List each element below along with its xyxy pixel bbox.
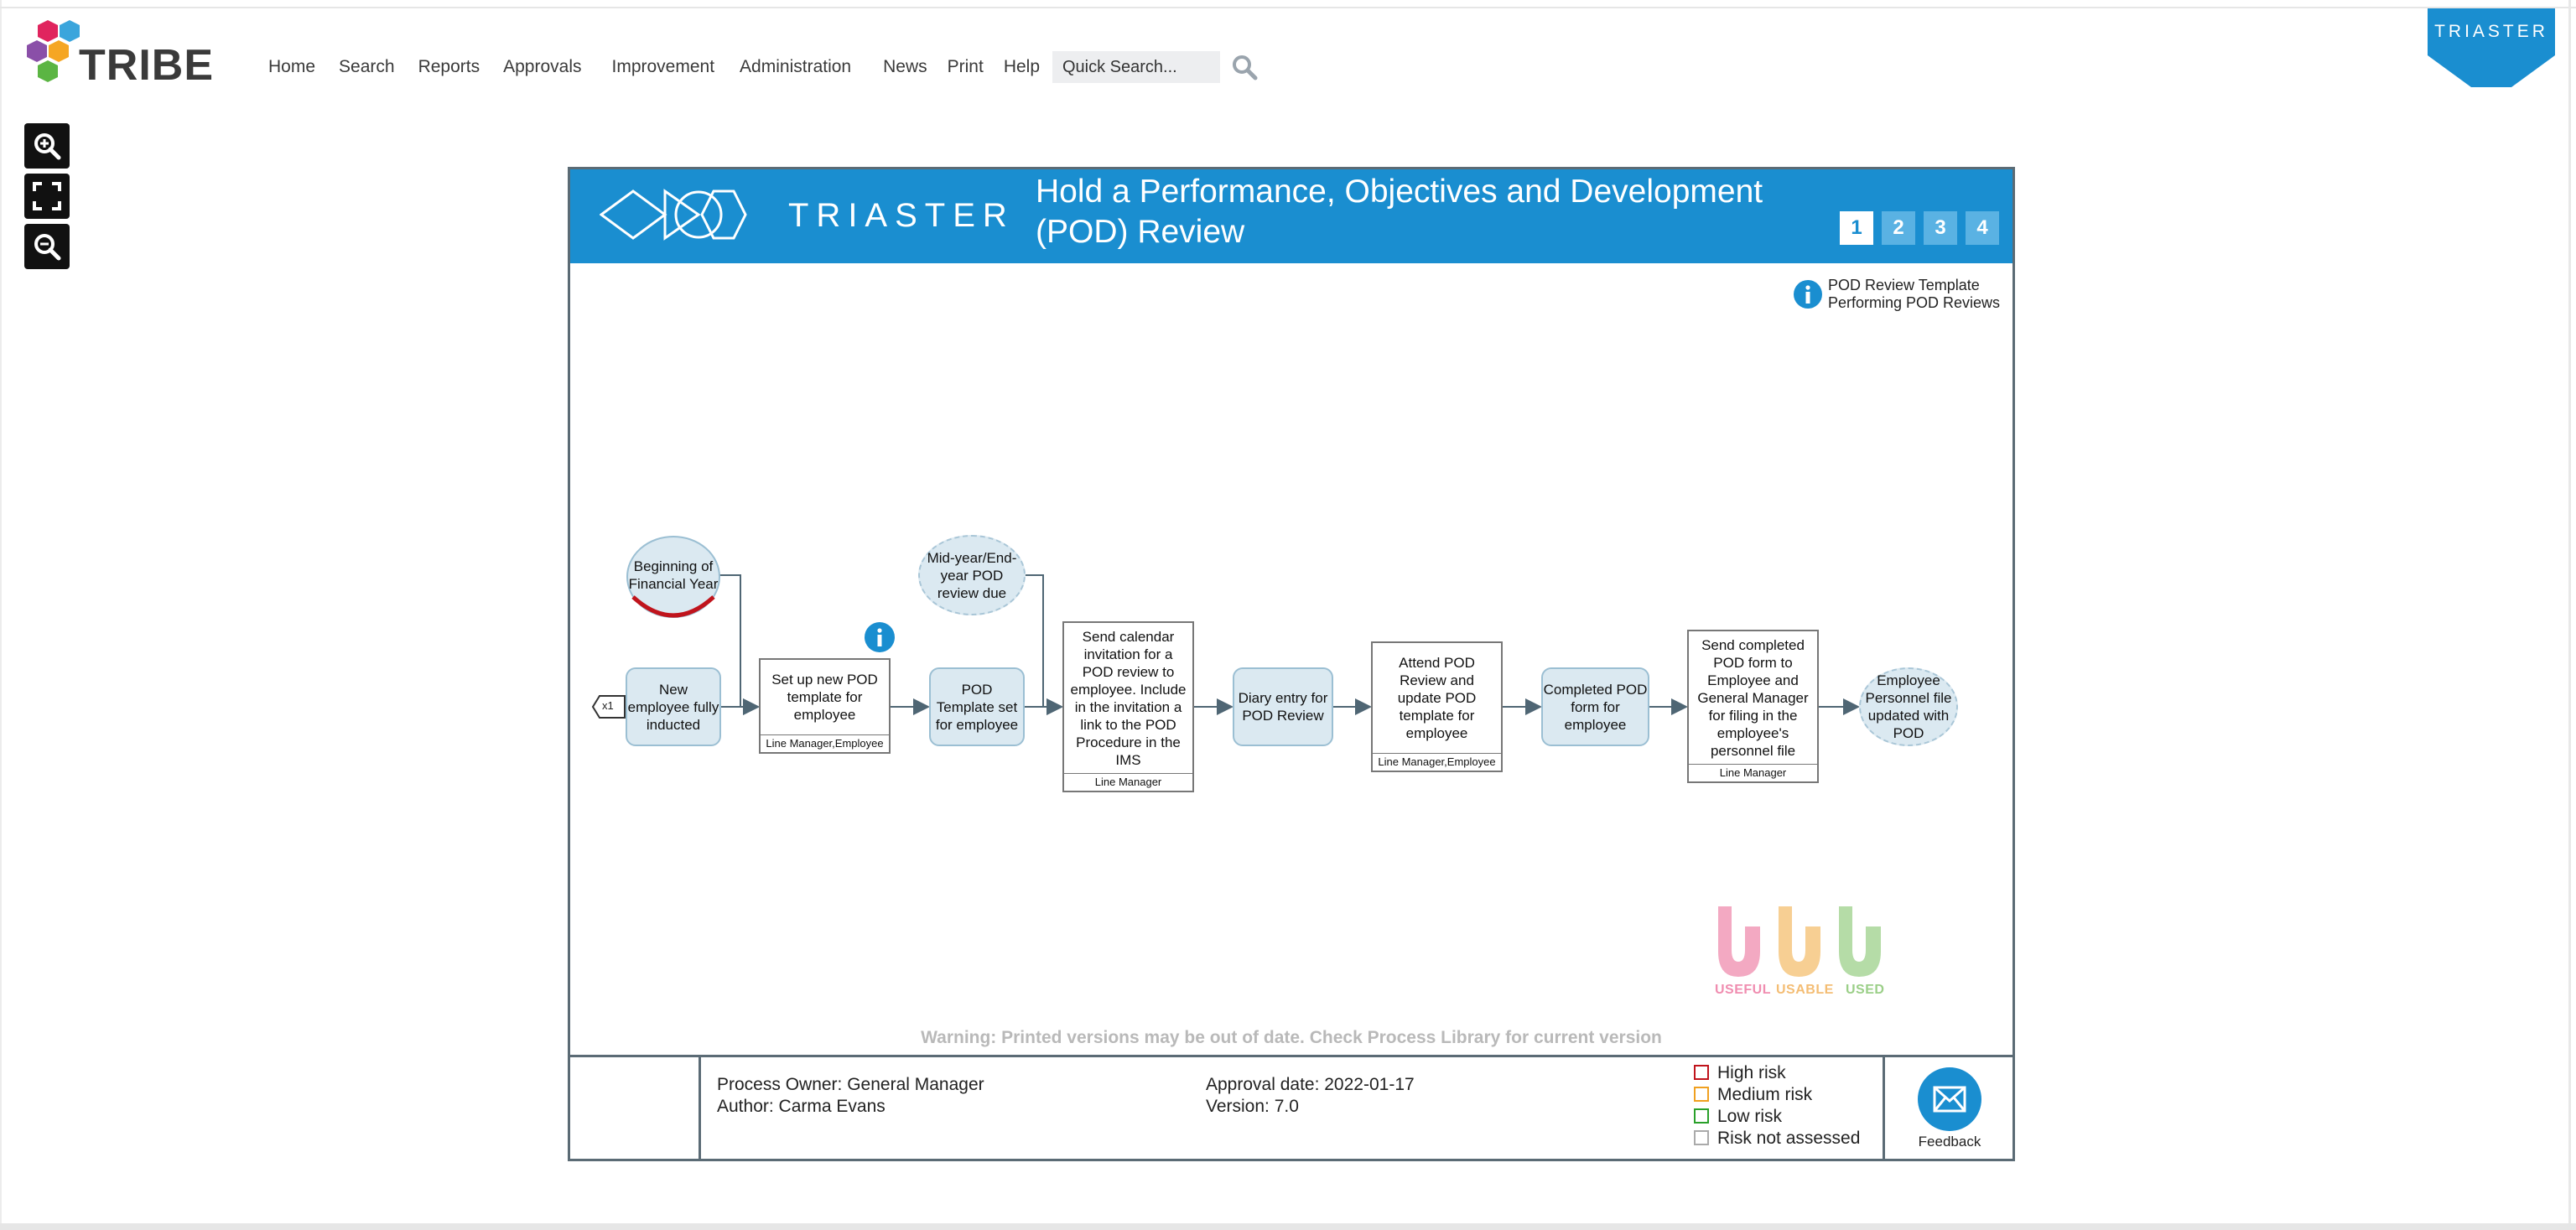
event-beginning-of-financial-year[interactable]: Beginning of Financial Year [625, 535, 722, 615]
risk-legend-low: Low risk [1694, 1107, 1782, 1127]
task-role: Line Manager [1689, 764, 1817, 781]
process-author: Author: Carma Evans [717, 1097, 886, 1116]
feedback-label[interactable]: Feedback [1903, 1134, 1996, 1150]
task-role: Line Manager [1064, 773, 1192, 791]
risk-label: Low risk [1717, 1107, 1783, 1126]
task-label: Send completed POD form to Employee and … [1697, 636, 1809, 759]
event-diary-entry[interactable]: Diary entry for POD Review [1233, 667, 1333, 746]
event-completed-pod-form[interactable]: Completed POD form for employee [1541, 667, 1649, 746]
event-personnel-file-updated[interactable]: Employee Personnel file updated with POD [1859, 667, 1958, 746]
process-owner: Process Owner: General Manager [717, 1075, 984, 1094]
task-role: Line Manager,Employee [1373, 753, 1501, 771]
envelope-icon [1933, 1086, 1966, 1113]
feedback-button[interactable] [1918, 1067, 1981, 1131]
risk-legend-medium: Medium risk [1694, 1085, 1812, 1105]
not-assessed-swatch [1694, 1130, 1709, 1145]
usable-label: USABLE [1776, 983, 1834, 997]
task-attend-pod-review[interactable]: Attend POD Review and update POD templat… [1371, 641, 1503, 772]
task-label: Attend POD Review and update POD templat… [1397, 655, 1477, 741]
event-pod-template-set[interactable]: POD Template set for employee [929, 667, 1025, 746]
approval-date: Approval date: 2022-01-17 [1206, 1075, 1415, 1094]
task-label: Send calendar invitation for a POD revie… [1070, 628, 1187, 768]
risk-legend-high: High risk [1694, 1063, 1786, 1083]
footer-logo-cell [570, 1055, 701, 1159]
task-info-icon[interactable] [864, 621, 896, 653]
medium-risk-swatch [1694, 1087, 1709, 1102]
high-risk-swatch [1694, 1065, 1709, 1080]
low-risk-swatch [1694, 1108, 1709, 1124]
footer-divider [1883, 1055, 1885, 1159]
risk-legend-not-assessed: Risk not assessed [1694, 1129, 1860, 1149]
task-role: Line Manager,Employee [761, 734, 889, 752]
task-send-completed-pod-form[interactable]: Send completed POD form to Employee and … [1687, 630, 1819, 783]
task-set-up-pod-template[interactable]: Set up new POD template for employee Lin… [759, 658, 891, 754]
event-midyear-review-due[interactable]: Mid-year/End-year POD review due [918, 535, 1026, 615]
event-new-employee[interactable]: New employee fully inducted [626, 667, 721, 746]
risk-label: Risk not assessed [1717, 1129, 1861, 1148]
used-label: USED [1846, 983, 1885, 997]
print-warning: Warning: Printed versions may be out of … [921, 1028, 1662, 1047]
task-send-calendar-invitation[interactable]: Send calendar invitation for a POD revie… [1062, 621, 1194, 792]
process-version: Version: 7.0 [1206, 1097, 1299, 1116]
trigger-marker-label: x1 [602, 699, 614, 712]
risk-label: High risk [1717, 1063, 1786, 1082]
task-label: Set up new POD template for employee [771, 672, 878, 723]
useful-usable-used-icon [1718, 906, 1881, 977]
risk-label: Medium risk [1717, 1085, 1813, 1104]
useful-label: USEFUL [1715, 983, 1771, 997]
